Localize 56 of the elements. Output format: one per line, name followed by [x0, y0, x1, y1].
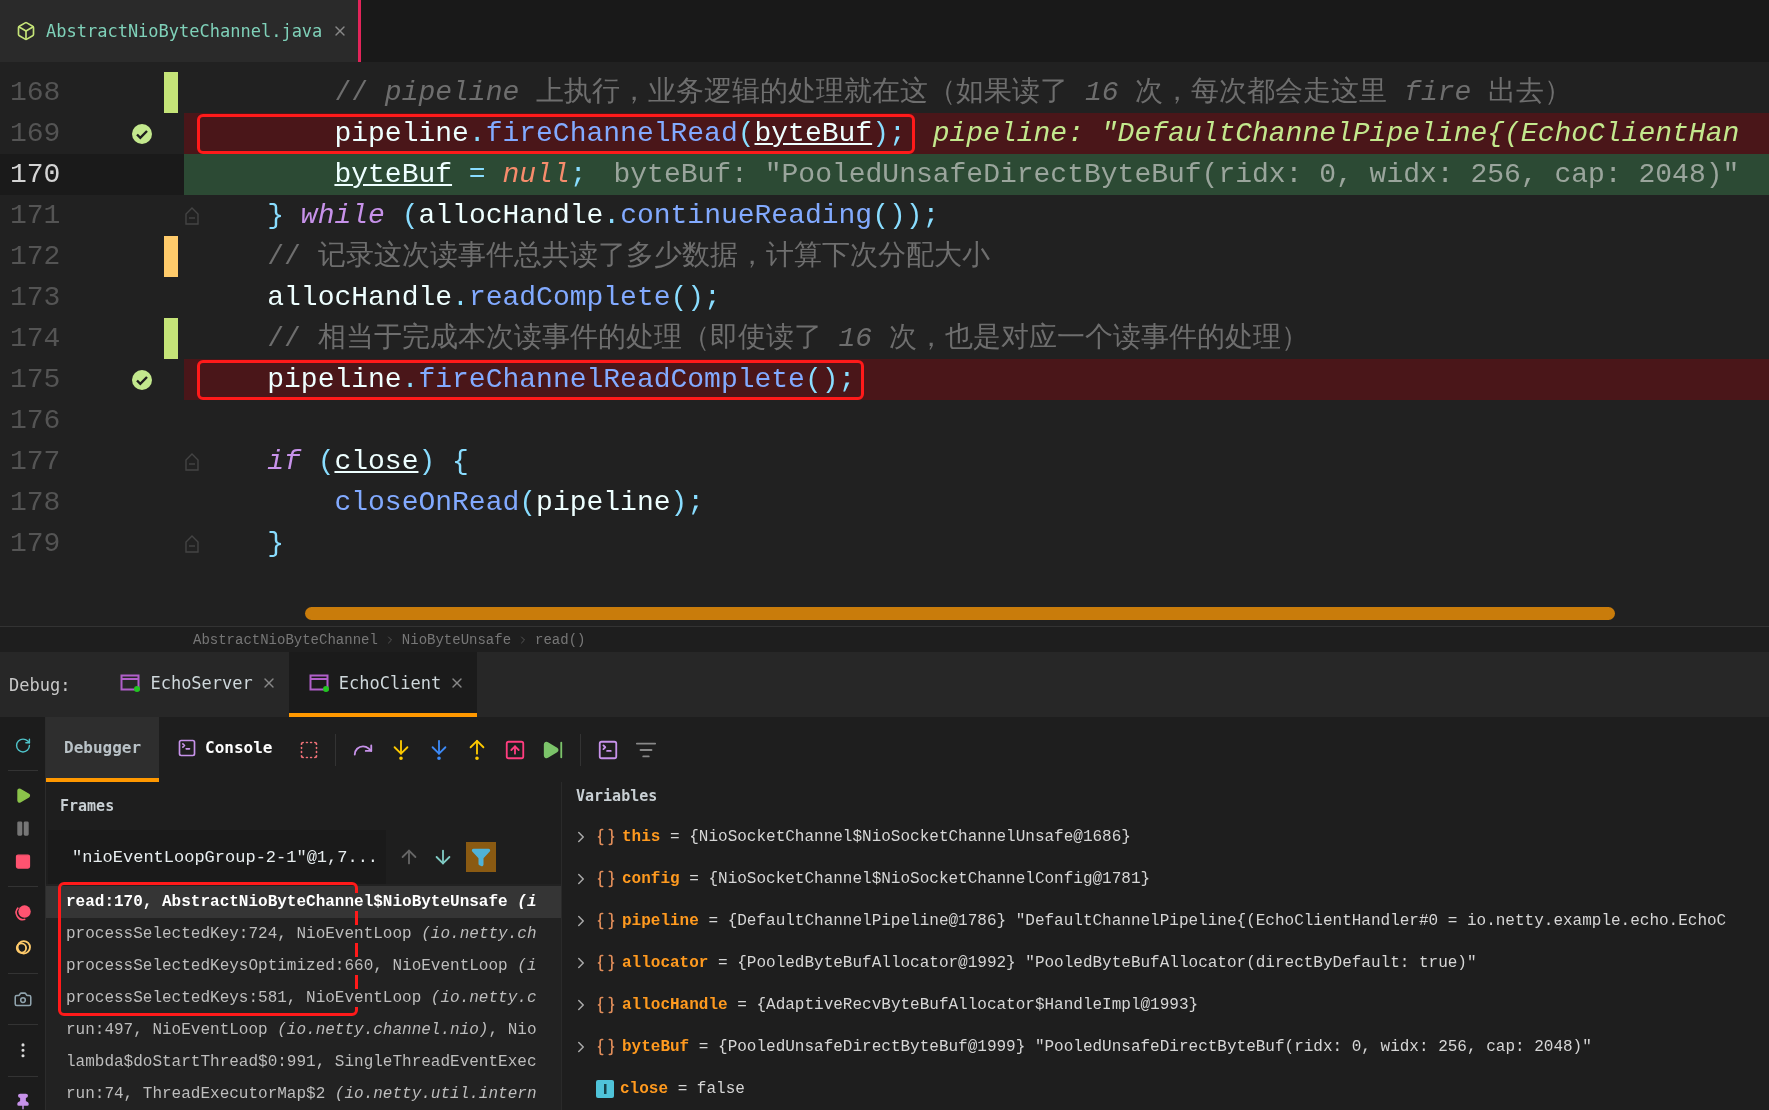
- variable-entry[interactable]: this = {NioSocketChannel$NioSocketChannelUnsafe@1686}: [622, 828, 1131, 846]
- variable-entry[interactable]: config = {NioSocketChannel$NioSocketChannelConfig@1781}: [622, 870, 1151, 888]
- code-line: } while (allocHandle.continueReading());: [266, 198, 941, 233]
- inline-debug-value: byteBuf: "PooledUnsafeDirectByteBuf(ridx: 0, widx: 256, cap: 2048)": [613, 159, 1740, 190]
- evaluate-icon[interactable]: [596, 738, 619, 761]
- code-line: // 记录这次读事件总共读了多少数据，计算下次分配大小: [266, 239, 991, 274]
- thread-dropdown[interactable]: "nioEventLoopGroup-2-1"@1,7...: [48, 830, 386, 884]
- java-class-icon: [16, 21, 36, 41]
- session-tab[interactable]: EchoServer: [100, 652, 289, 717]
- stack-frame[interactable]: processSelectedKeysOptimized:660, NioEventLoop (i: [66, 957, 537, 975]
- debug-label: Debug:: [8, 674, 72, 695]
- terminal-icon: [177, 737, 198, 758]
- inline-debug-value: pipeline: "DefaultChannelPipeline{(EchoClientHan: [932, 118, 1740, 149]
- stack-frame[interactable]: processSelectedKey:724, NioEventLoop (io.netty.ch: [66, 925, 537, 943]
- panel-tab[interactable]: Console: [159, 717, 291, 782]
- variable-entry[interactable]: allocator = {PooledByteBufAllocator@1992} "PooledByteBufAllocator(directByDefault: true)": [622, 954, 1477, 972]
- stack-frame[interactable]: lambda$doStartThread$0:991, SingleThreadEventExec: [66, 1053, 537, 1071]
- variable-entry[interactable]: close = false: [620, 1080, 745, 1098]
- file-tab[interactable]: AbstractNioByteChannel.java: [0, 0, 362, 62]
- code-line: allocHandle.readComplete();: [266, 280, 722, 315]
- breadcrumb-item[interactable]: AbstractNioByteChannel: [193, 631, 378, 648]
- variable-entry[interactable]: byteBuf = {PooledUnsafeDirectByteBuf@1999} "PooledUnsafeDirectByteBuf(ridx: 0, widx: 256, cap: 2048)": [622, 1038, 1592, 1056]
- stack-frame[interactable]: run:497, NioEventLoop (io.netty.channel.nio), Nio: [66, 1021, 537, 1039]
- variables-title: Variables: [575, 786, 659, 807]
- horizontal-scrollbar[interactable]: [305, 606, 1615, 620]
- object-icon: [596, 953, 616, 973]
- code-line: // 相当于完成本次读事件的处理（即使读了 16 次，也是对应一个读事件的处理）: [266, 321, 1310, 356]
- object-icon: [596, 911, 616, 931]
- breakpoint-check-icon[interactable]: [131, 368, 153, 391]
- code-line: // pipeline 上执行，业务逻辑的处理就在这（如果读了 16 次，每次都会走这里 fire 出去）: [333, 75, 1574, 110]
- session-tab[interactable]: EchoClient: [288, 652, 478, 717]
- stack-frame[interactable]: read:170, AbstractNioByteChannel$NioByteUnsafe (i: [66, 893, 537, 911]
- code-line: }: [266, 526, 286, 561]
- line-number: 170: [9, 159, 62, 190]
- variable-entry[interactable]: pipeline = {DefaultChannelPipeline@1786} "DefaultChannelPipeline{(EchoClientHandler#0 = io.netty.example.echo.EchoC: [622, 912, 1727, 930]
- panel-tab[interactable]: Debugger: [46, 717, 160, 782]
- app-window-icon: [120, 672, 143, 693]
- breadcrumb-item[interactable]: read(): [535, 631, 586, 648]
- stack-frame[interactable]: run:74, ThreadExecutorMap$2 (io.netty.util.intern: [66, 1085, 537, 1103]
- frames-title: Frames: [59, 796, 116, 817]
- stack-frame[interactable]: processSelectedKeys:581, NioEventLoop (io.netty.c: [66, 989, 537, 1007]
- drop-frame-icon[interactable]: [503, 738, 526, 761]
- breakpoint-check-icon[interactable]: [131, 122, 153, 145]
- variable-entry[interactable]: allocHandle = {AdaptiveRecvByteBufAllocator$HandleImpl@1993}: [622, 996, 1199, 1014]
- filter-button[interactable]: [466, 842, 496, 872]
- primitive-icon: [596, 1080, 614, 1098]
- app-window-icon: [308, 672, 331, 693]
- restore-layout-icon[interactable]: [298, 739, 319, 760]
- object-icon: [596, 1037, 616, 1057]
- code-line: if (close) {: [266, 444, 470, 479]
- object-icon: [596, 869, 616, 889]
- code-line: byteBuf = null;: [333, 157, 588, 192]
- object-icon: [596, 827, 616, 847]
- object-icon: [596, 995, 616, 1015]
- code-line: closeOnRead(pipeline);: [333, 485, 706, 520]
- breadcrumb-item[interactable]: NioByteUnsafe: [401, 631, 512, 648]
